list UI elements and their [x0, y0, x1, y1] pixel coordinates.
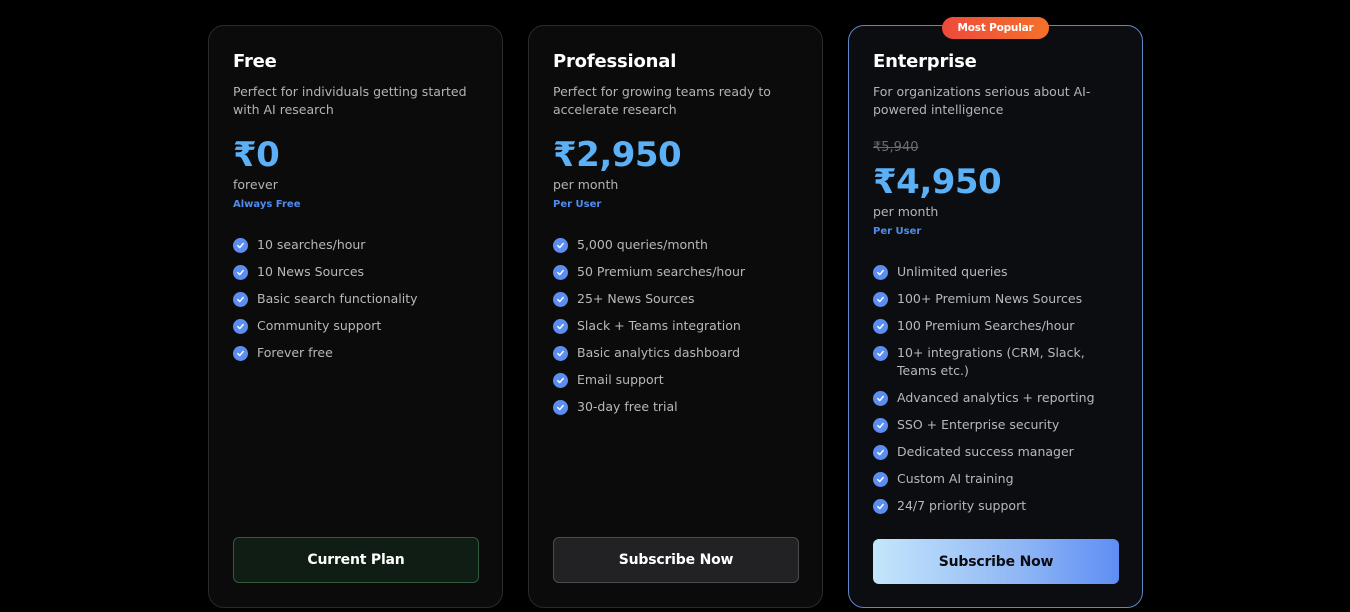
feature-item: Slack + Teams integration: [553, 317, 803, 335]
feature-item: Dedicated success manager: [873, 443, 1123, 461]
feature-label: Slack + Teams integration: [577, 318, 741, 333]
feature-label: 10 News Sources: [257, 264, 365, 279]
feature-label: SSO + Enterprise security: [897, 417, 1060, 432]
most-popular-badge: Most Popular: [941, 17, 1050, 39]
feature-label: 25+ News Sources: [577, 291, 695, 306]
feature-item: Community support: [233, 317, 483, 335]
feature-item: Email support: [553, 371, 803, 389]
feature-item: Custom AI training: [873, 470, 1123, 488]
feature-item: SSO + Enterprise security: [873, 416, 1123, 434]
feature-label: Basic search functionality: [257, 291, 418, 306]
feature-item: 10 searches/hour: [233, 236, 483, 254]
feature-label: Advanced analytics + reporting: [897, 390, 1095, 405]
feature-item: 100+ Premium News Sources: [873, 290, 1123, 308]
feature-item: 24/7 priority support: [873, 497, 1123, 515]
plan-card-professional: Professional Perfect for growing teams r…: [528, 25, 823, 608]
feature-item: 5,000 queries/month: [553, 236, 803, 254]
check-circle-icon: [873, 319, 888, 334]
feature-list: 10 searches/hour 10 News Sources Basic sea…: [233, 236, 483, 371]
feature-label: Email support: [577, 372, 664, 387]
plan-period: forever: [233, 177, 278, 192]
feature-list: Unlimited queries 100+ Premium News Sourc…: [873, 263, 1123, 524]
check-circle-icon: [873, 346, 888, 361]
feature-list: 5,000 queries/month 50 Premium searches/h…: [553, 236, 803, 425]
feature-label: Forever free: [257, 345, 333, 360]
check-circle-icon: [553, 238, 568, 253]
subscribe-professional-button[interactable]: Subscribe Now: [553, 537, 799, 583]
feature-label: Custom AI training: [897, 471, 1014, 486]
plan-price: ₹0: [233, 135, 280, 175]
feature-item: Forever free: [233, 344, 483, 362]
plan-description: Perfect for individuals getting started …: [233, 84, 467, 117]
check-circle-icon: [873, 418, 888, 433]
plan-title: Free: [233, 51, 277, 72]
feature-label: 10+ integrations (CRM, Slack, Teams etc.…: [897, 345, 1085, 378]
plan-description: Perfect for growing teams ready to accel…: [553, 84, 771, 117]
feature-item: 10 News Sources: [233, 263, 483, 281]
feature-item: Basic analytics dashboard: [553, 344, 803, 362]
check-circle-icon: [873, 499, 888, 514]
feature-item: 25+ News Sources: [553, 290, 803, 308]
plan-description: For organizations serious about AI-power…: [873, 84, 1091, 117]
current-plan-button[interactable]: Current Plan: [233, 537, 479, 583]
plan-price: ₹4,950: [873, 162, 1002, 202]
pricing-section: Free Perfect for individuals getting sta…: [0, 0, 1350, 612]
plan-period: per month: [873, 204, 939, 219]
feature-label: Dedicated success manager: [897, 444, 1074, 459]
check-circle-icon: [233, 292, 248, 307]
plan-note: Per User: [553, 199, 602, 210]
feature-label: Community support: [257, 318, 382, 333]
plan-title: Enterprise: [873, 51, 977, 72]
feature-label: 30-day free trial: [577, 399, 678, 414]
plan-note: Always Free: [233, 199, 301, 210]
feature-label: 5,000 queries/month: [577, 237, 708, 252]
feature-label: 10 searches/hour: [257, 237, 366, 252]
check-circle-icon: [873, 292, 888, 307]
feature-item: 100 Premium Searches/hour: [873, 317, 1123, 335]
feature-label: Basic analytics dashboard: [577, 345, 741, 360]
check-circle-icon: [553, 319, 568, 334]
plan-title: Professional: [553, 51, 677, 72]
feature-item: 50 Premium searches/hour: [553, 263, 803, 281]
check-circle-icon: [553, 373, 568, 388]
plan-price: ₹2,950: [553, 135, 682, 175]
check-circle-icon: [553, 400, 568, 415]
check-circle-icon: [233, 238, 248, 253]
check-circle-icon: [873, 391, 888, 406]
check-circle-icon: [233, 265, 248, 280]
original-price: ₹5,940: [873, 140, 919, 155]
check-circle-icon: [553, 292, 568, 307]
feature-label: 50 Premium searches/hour: [577, 264, 746, 279]
check-circle-icon: [553, 265, 568, 280]
check-circle-icon: [233, 319, 248, 334]
check-circle-icon: [873, 445, 888, 460]
feature-item: 30-day free trial: [553, 398, 803, 416]
feature-item: Basic search functionality: [233, 290, 483, 308]
plan-period: per month: [553, 177, 619, 192]
plan-card-free: Free Perfect for individuals getting sta…: [208, 25, 503, 608]
subscribe-enterprise-button[interactable]: Subscribe Now: [873, 539, 1119, 584]
feature-item: 10+ integrations (CRM, Slack, Teams etc.…: [873, 344, 1123, 380]
plan-card-enterprise: Most Popular Enterprise For organization…: [848, 17, 1143, 608]
feature-label: 24/7 priority support: [897, 498, 1027, 513]
feature-label: 100+ Premium News Sources: [897, 291, 1083, 306]
check-circle-icon: [553, 346, 568, 361]
plan-note: Per User: [873, 226, 922, 237]
feature-label: 100 Premium Searches/hour: [897, 318, 1075, 333]
check-circle-icon: [233, 346, 248, 361]
feature-label: Unlimited queries: [897, 264, 1008, 279]
check-circle-icon: [873, 265, 888, 280]
feature-item: Unlimited queries: [873, 263, 1123, 281]
check-circle-icon: [873, 472, 888, 487]
feature-item: Advanced analytics + reporting: [873, 389, 1123, 407]
